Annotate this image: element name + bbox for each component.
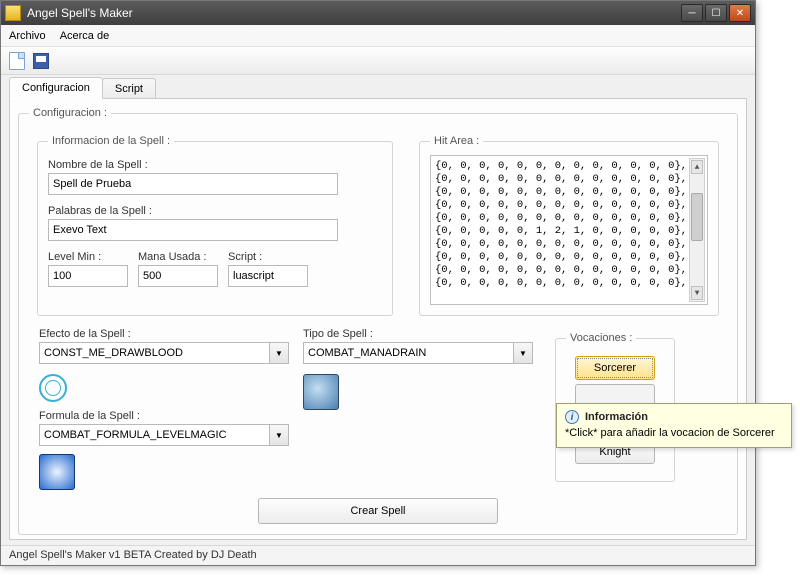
tooltip-title: Información	[585, 411, 648, 423]
new-file-icon[interactable]	[9, 52, 25, 70]
formula-combo[interactable]	[39, 424, 269, 446]
window-title: Angel Spell's Maker	[27, 6, 679, 20]
scroll-up-icon[interactable]: ▲	[691, 160, 703, 174]
hit-line: {0, 0, 0, 0, 0, 0, 0, 0, 0, 0, 0, 0, 0},	[435, 251, 703, 264]
formula-dropdown-button[interactable]: ▼	[269, 424, 289, 446]
tabstrip: Configuracion Script	[1, 77, 755, 99]
menubar: Archivo Acerca de	[1, 25, 755, 47]
effect-preview-icon	[39, 374, 67, 402]
maximize-button[interactable]: ☐	[705, 4, 727, 22]
spell-name-input[interactable]	[48, 173, 338, 195]
group-hitarea: Hit Area : {0, 0, 0, 0, 0, 0, 0, 0, 0, 0…	[419, 135, 719, 316]
group-vocaciones-label: Vocaciones :	[566, 332, 636, 344]
vocation-sorcerer-button[interactable]: Sorcerer	[575, 356, 655, 380]
group-info-label: Informacion de la Spell :	[48, 135, 174, 147]
minimize-button[interactable]: ─	[681, 4, 703, 22]
hit-line: {0, 0, 0, 0, 0, 0, 0, 0, 0, 0, 0, 0, 0},	[435, 277, 703, 290]
create-spell-button[interactable]: Crear Spell	[258, 498, 498, 524]
script-label: Script :	[228, 251, 308, 263]
type-preview-icon	[303, 374, 339, 410]
scroll-down-icon[interactable]: ▼	[691, 286, 703, 300]
formula-preview-icon	[39, 454, 75, 490]
app-window: Angel Spell's Maker ─ ☐ ✕ Archivo Acerca…	[0, 0, 756, 566]
tooltip-info: i Información *Click* para añadir la voc…	[556, 403, 792, 448]
spell-words-input[interactable]	[48, 219, 338, 241]
level-min-label: Level Min :	[48, 251, 128, 263]
save-file-icon[interactable]	[33, 53, 49, 69]
spell-words-label: Palabras de la Spell :	[48, 205, 382, 217]
tooltip-body: *Click* para añadir la vocacion de Sorce…	[565, 427, 783, 439]
effect-combo[interactable]	[39, 342, 269, 364]
hit-line: {0, 0, 0, 0, 0, 0, 0, 0, 0, 0, 0, 0, 0},	[435, 212, 703, 225]
close-button[interactable]: ✕	[729, 4, 751, 22]
hit-line: {0, 0, 0, 0, 0, 0, 0, 0, 0, 0, 0, 0, 0},	[435, 173, 703, 186]
mana-label: Mana Usada :	[138, 251, 218, 263]
group-configuracion: Configuracion : Informacion de la Spell …	[18, 107, 738, 535]
hitarea-textbox[interactable]: {0, 0, 0, 0, 0, 0, 0, 0, 0, 0, 0, 0, 0},…	[430, 155, 708, 305]
level-min-input[interactable]	[48, 265, 128, 287]
hit-line: {0, 0, 0, 0, 0, 0, 0, 0, 0, 0, 0, 0, 0},	[435, 238, 703, 251]
group-info: Informacion de la Spell : Nombre de la S…	[37, 135, 393, 316]
effect-dropdown-button[interactable]: ▼	[269, 342, 289, 364]
type-dropdown-button[interactable]: ▼	[513, 342, 533, 364]
type-combo[interactable]	[303, 342, 513, 364]
hit-line: {0, 0, 0, 0, 0, 0, 0, 0, 0, 0, 0, 0, 0},	[435, 160, 703, 173]
effect-label: Efecto de la Spell :	[39, 328, 289, 340]
menu-archivo[interactable]: Archivo	[9, 30, 46, 42]
hit-line: {0, 0, 0, 0, 0, 0, 0, 0, 0, 0, 0, 0, 0},	[435, 264, 703, 277]
status-bar: Angel Spell's Maker v1 BETA Created by D…	[1, 545, 755, 565]
app-icon	[5, 5, 21, 21]
formula-label: Formula de la Spell :	[39, 410, 289, 422]
titlebar: Angel Spell's Maker ─ ☐ ✕	[1, 1, 755, 25]
info-icon: i	[565, 410, 579, 424]
menu-acerca[interactable]: Acerca de	[60, 30, 110, 42]
type-label: Tipo de Spell :	[303, 328, 533, 340]
hit-line: {0, 0, 0, 0, 0, 1, 2, 1, 0, 0, 0, 0, 0},	[435, 225, 703, 238]
hit-line: {0, 0, 0, 0, 0, 0, 0, 0, 0, 0, 0, 0, 0},	[435, 186, 703, 199]
tab-panel: Configuracion : Informacion de la Spell …	[9, 98, 747, 540]
script-input[interactable]	[228, 265, 308, 287]
spell-name-label: Nombre de la Spell :	[48, 159, 382, 171]
hit-line: {0, 0, 0, 0, 0, 0, 0, 0, 0, 0, 0, 0, 0},	[435, 199, 703, 212]
group-configuracion-label: Configuracion :	[29, 107, 111, 119]
hitarea-scrollbar[interactable]: ▲ ▼	[689, 158, 705, 302]
mana-input[interactable]	[138, 265, 218, 287]
scroll-thumb[interactable]	[691, 193, 703, 241]
group-hitarea-label: Hit Area :	[430, 135, 483, 147]
tab-script[interactable]: Script	[102, 78, 156, 99]
toolbar	[1, 47, 755, 75]
tab-configuracion[interactable]: Configuracion	[9, 77, 103, 99]
